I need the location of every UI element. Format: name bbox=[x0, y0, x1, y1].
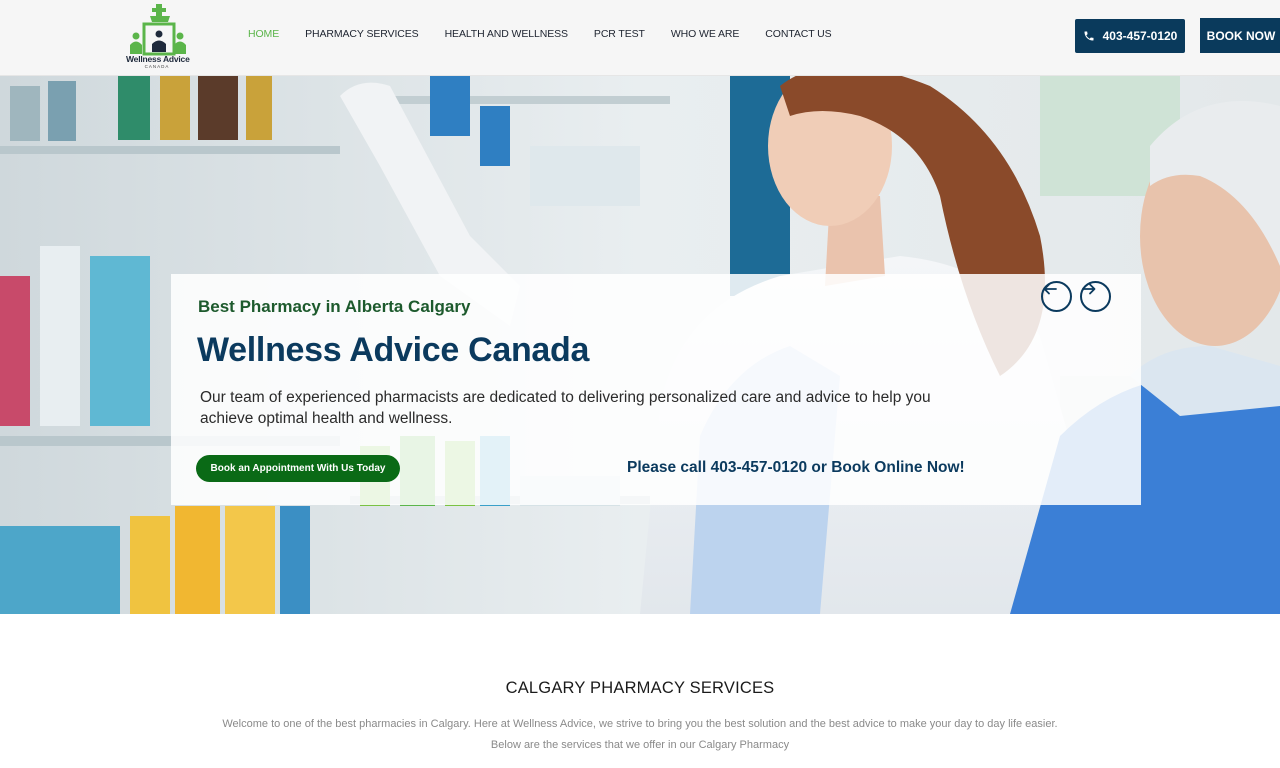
nav-home[interactable]: HOME bbox=[248, 28, 279, 40]
logo-name: Wellness Advice bbox=[126, 54, 190, 64]
nav-health-and-wellness[interactable]: HEALTH AND WELLNESS bbox=[445, 28, 568, 40]
nav-who-we-are[interactable]: WHO WE ARE bbox=[671, 28, 740, 40]
services-intro-line-1: Welcome to one of the best pharmacies in… bbox=[222, 718, 1058, 730]
arrow-right-icon bbox=[1082, 283, 1096, 295]
site-header: Wellness Advice CANADA HOME PHARMACY SER… bbox=[0, 0, 1280, 76]
hero-slider: Best Pharmacy in Alberta Calgary Wellnes… bbox=[0, 76, 1280, 614]
arrow-left-icon bbox=[1043, 283, 1057, 295]
logo-subtitle: CANADA bbox=[144, 64, 170, 69]
nav-pcr-test[interactable]: PCR TEST bbox=[594, 28, 645, 40]
services-heading: CALGARY PHARMACY SERVICES bbox=[505, 679, 775, 697]
book-now-button[interactable]: BOOK NOW bbox=[1200, 18, 1280, 53]
hero-call-text: Please call 403-457-0120 or Book Online … bbox=[627, 459, 965, 476]
services-intro: Welcome to one of the best pharmacies in… bbox=[0, 714, 1280, 756]
phone-icon bbox=[1084, 31, 1094, 41]
services-intro-line-2: Below are the services that we offer in … bbox=[490, 739, 790, 751]
nav-pharmacy-services[interactable]: PHARMACY SERVICES bbox=[305, 28, 419, 40]
logo-mark-icon bbox=[130, 4, 186, 56]
hero-title: Wellness Advice Canada bbox=[197, 331, 590, 369]
hero-description: Our team of experienced pharmacists are … bbox=[200, 389, 931, 427]
main-nav: HOME PHARMACY SERVICES HEALTH AND WELLNE… bbox=[235, 28, 845, 40]
slider-next-button[interactable] bbox=[1080, 281, 1111, 312]
site-logo[interactable]: Wellness Advice CANADA bbox=[126, 2, 190, 72]
hero-eyebrow: Best Pharmacy in Alberta Calgary bbox=[198, 297, 471, 316]
phone-button[interactable]: 403-457-0120 bbox=[1075, 19, 1185, 53]
hero-caption-card: Best Pharmacy in Alberta Calgary Wellnes… bbox=[171, 274, 1141, 505]
slider-prev-button[interactable] bbox=[1041, 281, 1072, 312]
nav-contact-us[interactable]: CONTACT US bbox=[765, 28, 831, 40]
phone-number: 403-457-0120 bbox=[1102, 29, 1178, 43]
book-appointment-button[interactable]: Book an Appointment With Us Today bbox=[196, 455, 400, 482]
